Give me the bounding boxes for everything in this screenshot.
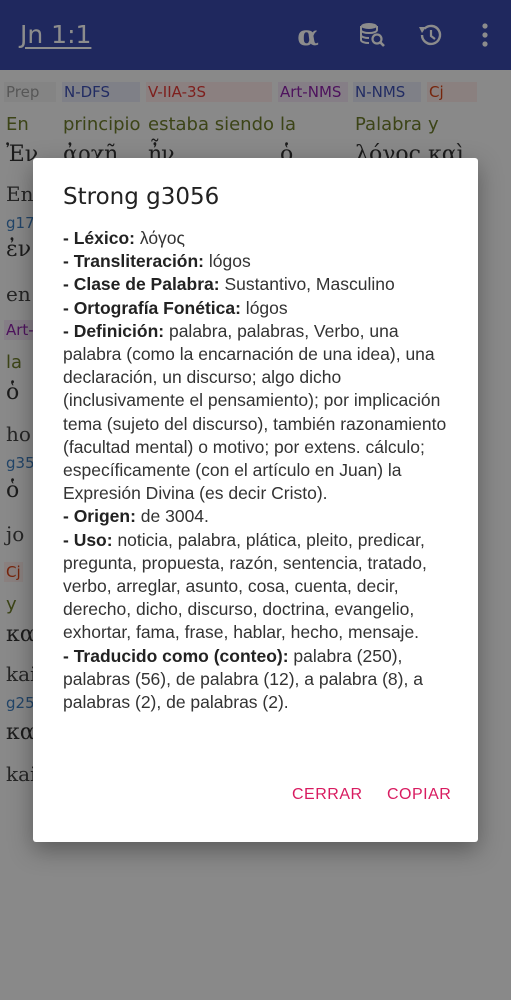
close-button[interactable]: CERRAR: [292, 786, 363, 804]
dialog-title: Strong g3056: [63, 184, 220, 210]
field-transliteracion: - Transliteración: lógos: [63, 250, 455, 273]
field-clase: - Clase de Palabra: Sustantivo, Masculin…: [63, 273, 455, 296]
field-label: - Definición:: [63, 320, 165, 341]
strong-dialog: Strong g3056 - Léxico: λόγος - Translite…: [33, 158, 478, 842]
field-label: - Ortografía Fonética:: [63, 297, 241, 318]
field-label: - Uso:: [63, 529, 113, 550]
field-value: palabra, palabras, Verbo, una palabra (c…: [63, 320, 447, 504]
field-lexico: - Léxico: λόγος: [63, 227, 455, 250]
copy-button[interactable]: COPIAR: [387, 786, 451, 804]
field-value: de 3004.: [135, 506, 209, 527]
field-label: - Clase de Palabra:: [63, 274, 220, 295]
field-value: Sustantivo, Masculino: [219, 274, 395, 295]
field-origen: - Origen: de 3004.: [63, 505, 455, 528]
field-label: - Transliteración:: [63, 251, 205, 272]
field-value: lógos: [240, 297, 288, 318]
field-label: - Traducido como (conteo):: [63, 645, 289, 666]
dialog-actions: CERRAR COPIAR: [33, 786, 478, 816]
field-value: noticia, palabra, plática, pleito, predi…: [63, 529, 427, 643]
dialog-body: - Léxico: λόγος - Transliteración: lógos…: [63, 227, 455, 714]
field-definicion: - Definición: palabra, palabras, Verbo, …: [63, 320, 455, 506]
field-traducido: - Traducido como (conteo): palabra (250)…: [63, 645, 455, 715]
field-ortografia: - Ortografía Fonética: lógos: [63, 297, 455, 320]
field-uso: - Uso: noticia, palabra, plática, pleito…: [63, 529, 455, 645]
field-value: λόγος: [134, 228, 185, 248]
field-label: - Origen:: [63, 506, 136, 527]
field-value: lógos: [204, 251, 251, 272]
field-label: - Léxico:: [63, 228, 135, 248]
